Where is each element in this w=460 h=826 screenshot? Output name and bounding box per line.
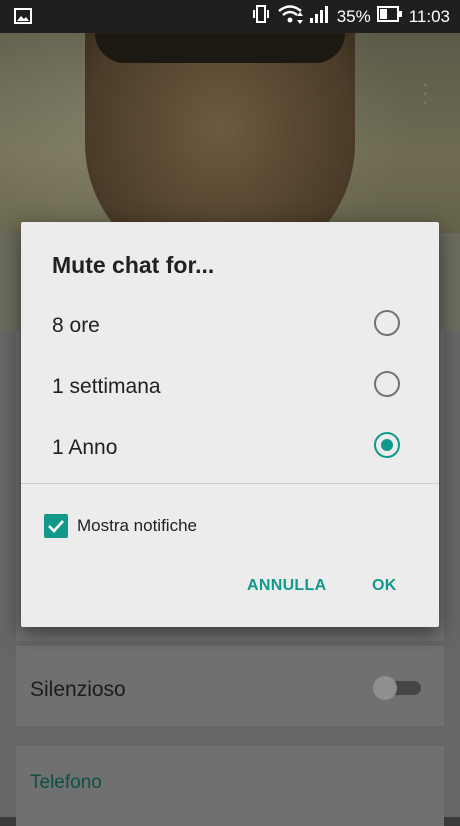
option-label: 1 Anno [52,436,118,459]
more-options-icon[interactable]: ⋮ [412,80,438,106]
show-notifications-checkbox[interactable] [44,514,68,538]
option-8-hours[interactable]: 8 ore [21,298,439,358]
checkmark-icon [48,520,64,533]
gallery-notification-icon [14,8,32,29]
option-label: 1 settimana [52,375,161,398]
vibrate-icon [251,4,271,29]
silent-setting-label: Silenzioso [30,678,126,701]
signal-icon [309,4,331,29]
divider [21,483,439,484]
option-label: 8 ore [52,314,100,337]
phone-section-header: Telefono [30,772,102,793]
ok-button[interactable]: OK [372,577,397,595]
show-notifications-label[interactable]: Mostra notifiche [77,516,197,536]
option-1-year[interactable]: 1 Anno [21,420,439,480]
battery-percent: 35% [336,6,371,26]
battery-icon [376,5,403,28]
mute-chat-dialog: Mute chat for... 8 ore 1 settimana 1 Ann… [21,222,439,627]
clock: 11:03 [408,6,450,26]
cancel-button[interactable]: ANNULLA [247,577,326,595]
dialog-title: Mute chat for... [52,252,215,278]
option-1-week[interactable]: 1 settimana [21,359,439,419]
radio-button[interactable] [374,310,400,336]
back-arrow-icon[interactable]: ← [22,88,50,120]
wifi-icon [277,4,303,29]
radio-button[interactable] [374,371,400,397]
status-bar: 35% 11:03 [0,0,460,33]
silent-toggle[interactable] [373,676,421,700]
radio-button-selected[interactable] [374,432,400,458]
